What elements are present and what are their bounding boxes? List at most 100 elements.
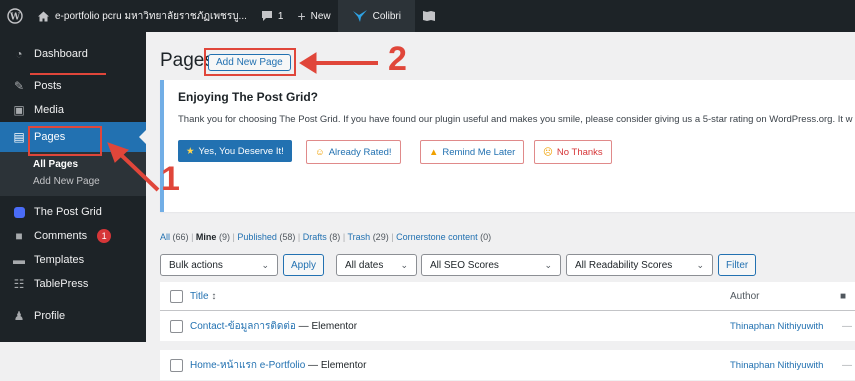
sidebar-item-label: Comments [34, 230, 88, 242]
media-icon: ▣ [13, 103, 25, 117]
submenu-all-pages[interactable]: All Pages [0, 156, 146, 173]
wordpress-icon: W [7, 8, 23, 24]
chevron-down-icon: ⌄ [400, 259, 408, 270]
colibri-label: Colibri [372, 10, 401, 22]
select-value: All SEO Scores [430, 259, 499, 271]
row-title-suffix: — Elementor [305, 359, 367, 371]
folder-icon: ▬ [13, 253, 25, 267]
row-title-cell: Home-หน้าแรก e-Portfolio — Elementor [190, 358, 366, 373]
sidebar-item-the-post-grid[interactable]: The Post Grid [0, 200, 146, 224]
smile-icon: ☺ [315, 146, 325, 158]
site-name: e-portfolio pcru มหาวิทยาลัยราชภัฏเพชรบู… [55, 10, 247, 22]
row-checkbox[interactable] [170, 358, 183, 372]
comments-badge: 1 [97, 229, 112, 243]
no-thanks-button[interactable]: ☹ No Thanks [534, 140, 612, 164]
home-icon [38, 11, 49, 21]
add-new-page-button[interactable]: Add New Page [208, 54, 291, 71]
sidebar-item-media[interactable]: ▣ Media [0, 98, 146, 122]
seo-scores-select[interactable]: All SEO Scores ⌄ [421, 254, 561, 276]
submenu-add-new-page[interactable]: Add New Page [0, 173, 146, 190]
colibri-link[interactable]: Colibri [337, 0, 415, 32]
user-icon: ♟ [13, 309, 25, 323]
sidebar-item-label: The Post Grid [34, 206, 102, 218]
view-drafts[interactable]: Drafts (8) [303, 232, 341, 242]
remind-me-later-button[interactable]: ▲ Remind Me Later [420, 140, 525, 164]
sort-icon: ↕ [211, 290, 217, 302]
grid-icon [12, 205, 26, 219]
plugin-link[interactable] [415, 0, 443, 32]
sidebar-item-label: TablePress [34, 278, 89, 290]
sidebar-item-tablepress[interactable]: ☷ TablePress [0, 272, 146, 296]
dashboard-icon: ◔ [15, 47, 23, 61]
sidebar-item-label: Media [34, 104, 64, 116]
comments-link[interactable]: 1 [254, 0, 291, 32]
comment-icon: ■ [840, 290, 847, 302]
colibri-icon [352, 10, 367, 22]
row-checkbox[interactable] [170, 319, 183, 333]
comment-icon: ■ [15, 229, 23, 243]
row-comments: — [842, 359, 852, 371]
row-title-suffix: — Elementor [295, 320, 358, 332]
view-published[interactable]: Published (58) [237, 232, 295, 242]
new-content-link[interactable]: + New [290, 0, 337, 32]
status-views: All (66) | Mine (9) | Published (58) | D… [160, 232, 492, 242]
button-label: Already Rated! [328, 146, 392, 158]
sidebar-item-pages[interactable]: ▤ Pages [0, 122, 146, 152]
sidebar-item-dashboard[interactable]: ◔ Dashboard [0, 42, 146, 66]
view-all[interactable]: All (66) [160, 232, 189, 242]
table-header: Title ↕ Author ■ [160, 282, 855, 311]
comments-count: 1 [277, 10, 284, 22]
bulk-actions-select[interactable]: Bulk actions ⌄ [160, 254, 278, 276]
author-column-header: Author [730, 290, 760, 302]
select-all-checkbox[interactable] [170, 289, 183, 303]
main-content: Pages Add New Page Enjoying The Post Gri… [146, 32, 855, 381]
readability-scores-select[interactable]: All Readability Scores ⌄ [566, 254, 713, 276]
notice-text: Thank you for choosing The Post Grid. If… [178, 114, 853, 125]
wordpress-logo-button[interactable]: W [0, 0, 30, 32]
title-column-header[interactable]: Title ↕ [190, 291, 216, 302]
site-name-link[interactable]: e-portfolio pcru มหาวิทยาลัยราชภัฏเพชรบู… [30, 0, 254, 32]
table-row: Contact-ข้อมูลการติดต่อ — Elementor Thin… [160, 311, 855, 342]
yes-deserve-it-button[interactable]: ★ Yes, You Deserve It! [178, 140, 292, 162]
new-label: New [310, 10, 331, 22]
admin-bar: W e-portfolio pcru มหาวิทยาลัยราชภัฏเพชร… [0, 0, 855, 32]
button-label: Remind Me Later [442, 146, 516, 158]
sidebar-item-label: Templates [34, 254, 85, 266]
comment-icon [261, 11, 272, 21]
notice-heading: Enjoying The Post Grid? [178, 90, 319, 104]
chevron-down-icon: ⌄ [544, 259, 552, 270]
button-label: No Thanks [556, 146, 603, 158]
sidebar-item-templates[interactable]: ▬ Templates [0, 248, 146, 272]
chevron-down-icon: ⌄ [696, 259, 704, 270]
sidebar-item-label: Posts [34, 80, 62, 92]
filter-button[interactable]: Filter [718, 254, 757, 276]
row-title-link[interactable]: Contact-ข้อมูลการติดต่อ [190, 321, 296, 332]
view-cornerstone[interactable]: Cornerstone content (0) [396, 232, 491, 242]
sidebar-item-comments[interactable]: ■ Comments 1 [0, 224, 146, 248]
post-grid-rating-notice: Enjoying The Post Grid? Thank you for ch… [160, 80, 855, 212]
button-label: Yes, You Deserve It! [198, 145, 284, 157]
already-rated-button[interactable]: ☺ Already Rated! [306, 140, 401, 164]
row-author-link[interactable]: Thinaphan Nithiyuwith [730, 360, 823, 371]
pages-submenu: All Pages Add New Page [0, 152, 146, 196]
row-title-link[interactable]: Home-หน้าแรก e-Portfolio [190, 360, 305, 371]
sidebar-item-profile[interactable]: ♟ Profile [0, 304, 146, 328]
current-menu-arrow [139, 130, 146, 144]
svg-text:W: W [9, 13, 21, 23]
sidebar-item-label: Pages [34, 131, 66, 143]
bell-icon: ▲ [429, 146, 439, 158]
apply-button[interactable]: Apply [283, 254, 325, 276]
sidebar-item-posts[interactable]: ✎ Posts [0, 74, 146, 98]
table-icon: ☷ [13, 277, 25, 291]
pages-table: Title ↕ Author ■ Contact-ข้อมูลการติดต่อ… [160, 282, 855, 381]
select-value: All Readability Scores [575, 259, 673, 271]
dates-select[interactable]: All dates ⌄ [336, 254, 417, 276]
row-author-link[interactable]: Thinaphan Nithiyuwith [730, 321, 823, 332]
view-trash[interactable]: Trash (29) [348, 232, 389, 242]
row-title-cell: Contact-ข้อมูลการติดต่อ — Elementor [190, 319, 357, 334]
sidebar-item-label: Profile [34, 310, 66, 322]
sidebar-item-label: Dashboard [34, 48, 88, 60]
view-mine[interactable]: Mine (9) [196, 232, 230, 242]
row-comments: — [842, 320, 852, 332]
page-title: Pages [160, 50, 214, 71]
